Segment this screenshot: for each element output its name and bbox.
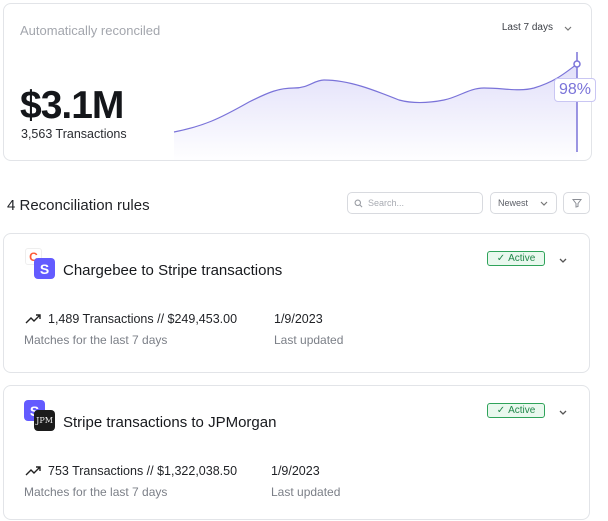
expand-chevron-icon[interactable] (558, 255, 568, 265)
check-icon: ✓ (496, 405, 506, 416)
check-icon: ✓ (496, 253, 506, 264)
rule-card[interactable]: S JPM Stripe transactions to JPMorgan ✓ … (3, 385, 590, 520)
rules-heading: 4 Reconciliation rules (7, 197, 150, 214)
trending-up-icon (25, 466, 41, 476)
sparkline-area (174, 64, 577, 162)
jpmorgan-logo: JPM (34, 410, 55, 431)
expand-chevron-icon[interactable] (558, 407, 568, 417)
search-box[interactable] (347, 192, 483, 214)
rule-name: Stripe transactions to JPMorgan (63, 414, 277, 431)
status-label: Active (508, 405, 536, 416)
marker-point (573, 60, 581, 68)
sort-dropdown[interactable]: Newest (490, 192, 557, 214)
sort-label: Newest (498, 198, 529, 208)
updated-date: 1/9/2023 (274, 312, 323, 326)
updated-caption: Last updated (274, 333, 344, 347)
status-label: Active (508, 253, 536, 264)
transactions-caption: Matches for the last 7 days (24, 333, 168, 347)
transactions-value: 1,489 Transactions // $249,453.00 (48, 312, 238, 326)
search-input[interactable] (368, 198, 468, 208)
transactions-value: 753 Transactions // $1,322,038.50 (48, 464, 238, 478)
chevron-down-icon (540, 201, 548, 206)
stripe-logo: S (34, 258, 55, 279)
filter-icon (571, 199, 582, 208)
transactions-stat: 1,489 Transactions // $249,453.00 (25, 312, 237, 326)
rule-card[interactable]: C S Chargebee to Stripe transactions ✓ A… (3, 233, 590, 373)
trend-sparkline (173, 52, 581, 162)
status-badge: ✓ Active (487, 251, 545, 266)
updated-caption: Last updated (271, 485, 341, 499)
transactions-caption: Matches for the last 7 days (24, 485, 168, 499)
rule-name: Chargebee to Stripe transactions (63, 262, 283, 279)
percent-tooltip: 98% (554, 78, 597, 102)
trending-up-icon (25, 314, 41, 324)
updated-date: 1/9/2023 (271, 464, 320, 478)
search-icon (354, 199, 363, 207)
status-badge: ✓ Active (487, 403, 545, 418)
reconciled-summary-card: Automatically reconciled Last 7 days $3.… (3, 3, 597, 162)
filter-button[interactable] (563, 192, 590, 214)
transactions-stat: 753 Transactions // $1,322,038.50 (25, 464, 237, 478)
